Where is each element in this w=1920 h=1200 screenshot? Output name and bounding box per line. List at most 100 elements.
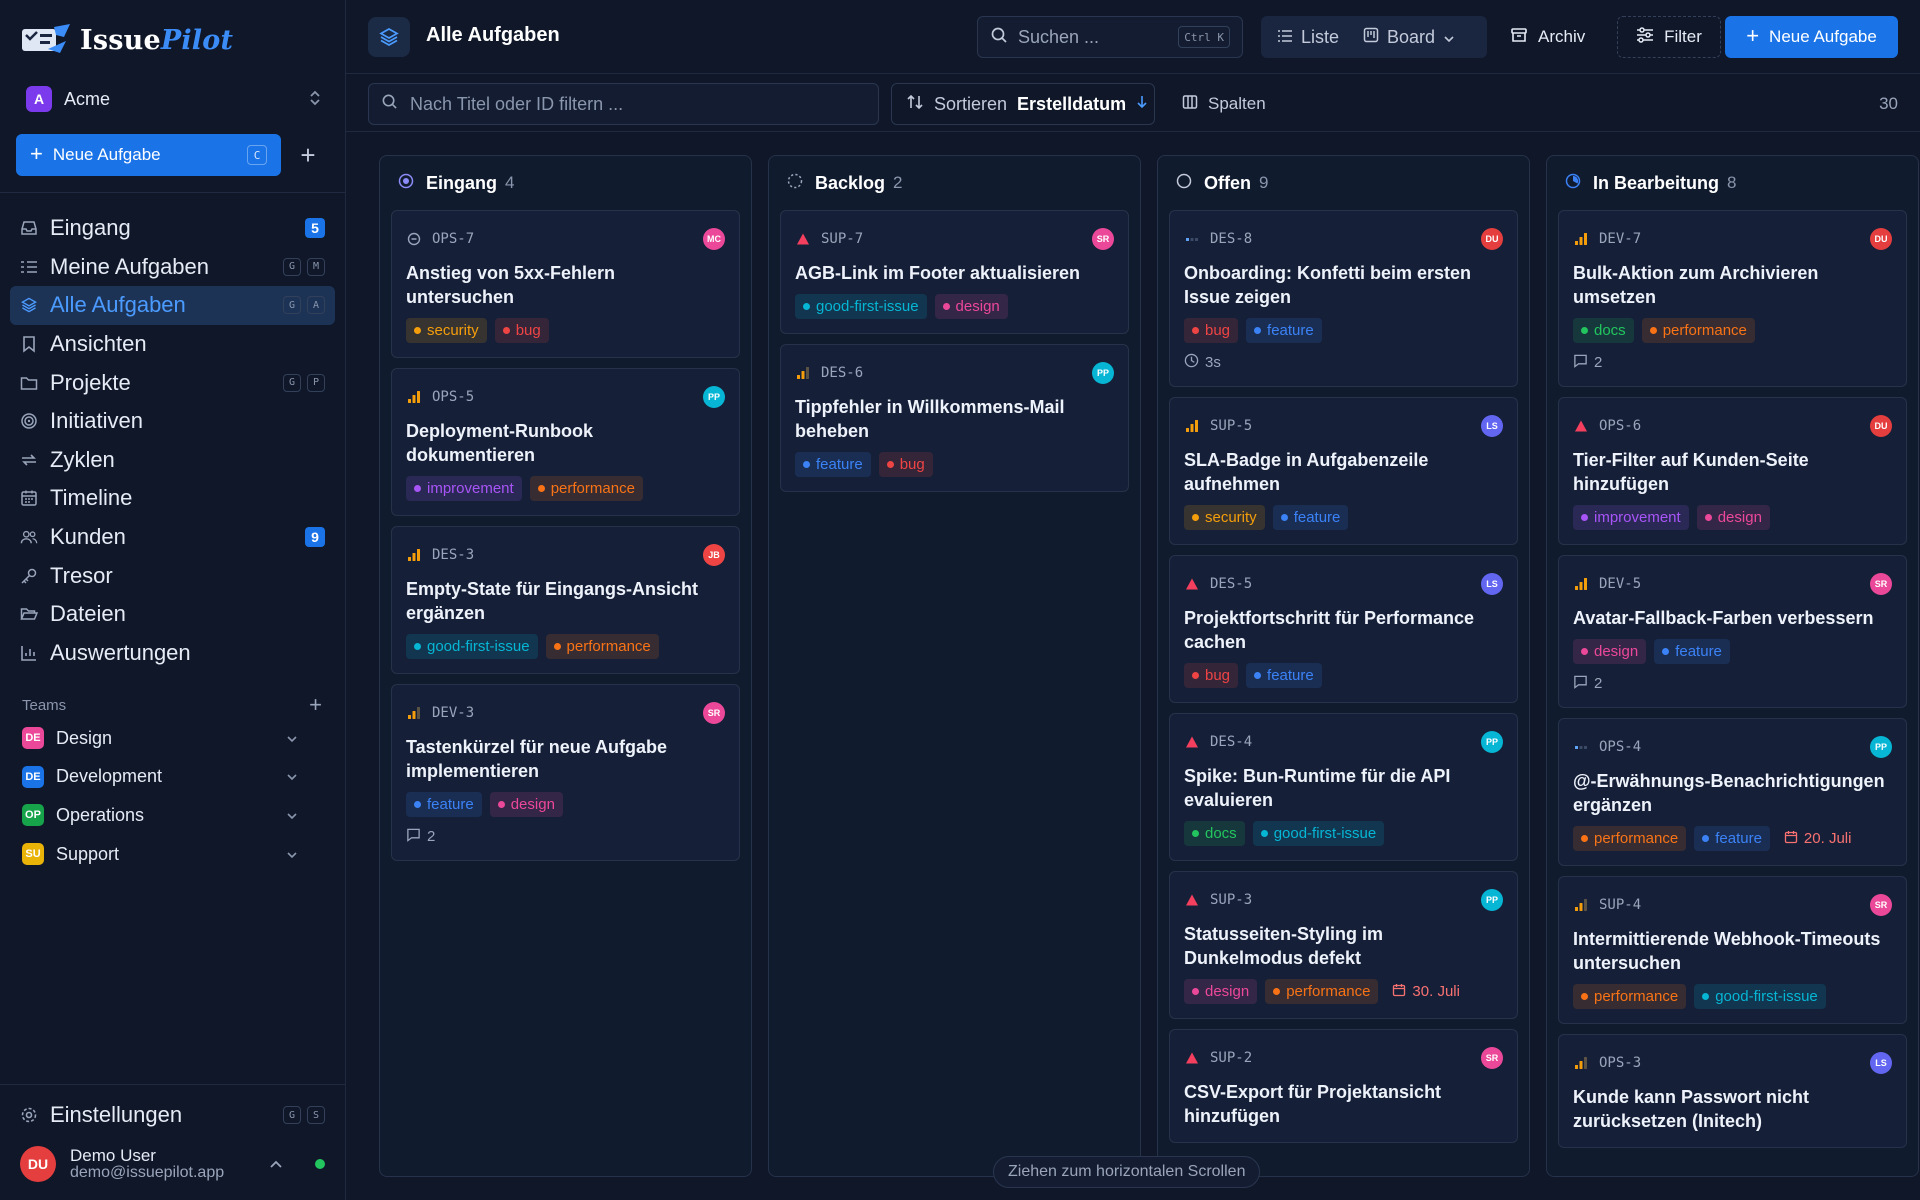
- label-tag[interactable]: improvement: [1573, 505, 1689, 530]
- global-search-input[interactable]: Suchen ... Ctrl K: [977, 16, 1243, 58]
- issue-card[interactable]: DEV-3 SR Tastenkürzel für neue Aufgabe imp…: [391, 684, 740, 861]
- label-tag[interactable]: good-first-issue: [1252, 821, 1385, 846]
- sidebar-item-my-issues[interactable]: Meine Aufgaben G M: [10, 248, 335, 287]
- label-tag[interactable]: bug: [1184, 663, 1239, 688]
- label-tag[interactable]: improvement: [406, 476, 522, 501]
- assignee-avatar[interactable]: LS: [1481, 415, 1503, 437]
- new-task-button[interactable]: + Neue Aufgabe: [1725, 16, 1898, 58]
- assignee-avatar[interactable]: DU: [1870, 415, 1892, 437]
- label-tag[interactable]: design: [1573, 639, 1647, 664]
- issue-card[interactable]: SUP-7 SR AGB-Link im Footer aktualisieren g…: [780, 210, 1129, 334]
- sidebar-item-customers[interactable]: Kunden 9: [10, 518, 335, 557]
- issue-card[interactable]: SUP-5 LS SLA-Badge in Aufgabenzeile aufneh…: [1169, 397, 1518, 545]
- label-tag[interactable]: feature: [1246, 663, 1322, 688]
- label-tag[interactable]: security: [1184, 505, 1265, 530]
- user-menu[interactable]: DU Demo User demo@issuepilot.app: [20, 1144, 325, 1184]
- sidebar-item-settings[interactable]: Einstellungen G S: [20, 1100, 325, 1130]
- assignee-avatar[interactable]: PP: [1092, 362, 1114, 384]
- sidebar-item-inbox[interactable]: Eingang 5: [10, 209, 335, 248]
- workspace-switcher[interactable]: A Acme: [26, 84, 322, 114]
- label-tag[interactable]: performance: [545, 634, 659, 659]
- label-tag[interactable]: feature: [1694, 826, 1770, 851]
- title-filter-input[interactable]: Nach Titel oder ID filtern ...: [368, 83, 879, 125]
- sidebar-item-all-issues[interactable]: Alle Aufgaben G A: [10, 286, 335, 325]
- label-tag[interactable]: performance: [1265, 979, 1379, 1004]
- issue-card[interactable]: DES-6 PP Tippfehler in Willkommens-Mail be…: [780, 344, 1129, 492]
- issue-card[interactable]: OPS-5 PP Deployment-Runbook dokumentieren i…: [391, 368, 740, 516]
- label-tag[interactable]: good-first-issue: [795, 294, 927, 319]
- label-tag[interactable]: feature: [1654, 639, 1730, 664]
- assignee-avatar[interactable]: DU: [1481, 228, 1503, 250]
- chevron-down-icon[interactable]: [286, 731, 298, 746]
- issue-card[interactable]: DES-8 DU Onboarding: Konfetti beim ersten …: [1169, 210, 1518, 387]
- sidebar-item-cycles[interactable]: Zyklen: [10, 441, 335, 480]
- assignee-avatar[interactable]: LS: [1481, 573, 1503, 595]
- assignee-avatar[interactable]: MC: [703, 228, 725, 250]
- assignee-avatar[interactable]: PP: [1481, 731, 1503, 753]
- label-tag[interactable]: bug: [1184, 318, 1239, 343]
- assignee-avatar[interactable]: SR: [1870, 573, 1892, 595]
- sidebar-item-files[interactable]: Dateien: [10, 595, 335, 634]
- column-header[interactable]: Eingang 4: [380, 156, 751, 210]
- assignee-avatar[interactable]: DU: [1870, 228, 1892, 250]
- label-tag[interactable]: bug: [878, 452, 933, 477]
- label-tag[interactable]: performance: [529, 476, 643, 501]
- view-list-button[interactable]: Liste: [1267, 21, 1349, 53]
- label-tag[interactable]: design: [489, 792, 563, 817]
- assignee-avatar[interactable]: JB: [703, 544, 725, 566]
- sidebar-item-views[interactable]: Ansichten: [10, 325, 335, 364]
- issue-card[interactable]: DES-5 LS Projektfortschritt für Performanc…: [1169, 555, 1518, 703]
- archive-button[interactable]: Archiv: [1510, 16, 1585, 58]
- label-tag[interactable]: feature: [795, 452, 871, 477]
- assignee-avatar[interactable]: PP: [703, 386, 725, 408]
- assignee-avatar[interactable]: LS: [1870, 1052, 1892, 1074]
- filter-button[interactable]: Filter: [1617, 16, 1721, 58]
- sidebar-new-issue-button[interactable]: + Neue Aufgabe C: [16, 134, 281, 176]
- team-item-support[interactable]: SU Support: [20, 835, 302, 874]
- issue-card[interactable]: DES-3 JB Empty-State für Eingangs-Ansicht …: [391, 526, 740, 674]
- issue-card[interactable]: OPS-6 DU Tier-Filter auf Kunden-Seite hinz…: [1558, 397, 1907, 545]
- add-team-plus-icon[interactable]: +: [309, 692, 322, 718]
- label-tag[interactable]: bug: [494, 318, 549, 343]
- issue-card[interactable]: DEV-7 DU Bulk-Aktion zum Archivieren umset…: [1558, 210, 1907, 387]
- sidebar-item-vault[interactable]: Tresor: [10, 556, 335, 595]
- column-header[interactable]: Offen 9: [1158, 156, 1529, 210]
- assignee-avatar[interactable]: SR: [1870, 894, 1892, 916]
- column-header[interactable]: Backlog 2: [769, 156, 1140, 210]
- assignee-avatar[interactable]: SR: [703, 702, 725, 724]
- label-tag[interactable]: good-first-issue: [406, 634, 538, 659]
- issue-card[interactable]: OPS-7 MC Anstieg von 5xx-Fehlern untersuch…: [391, 210, 740, 358]
- assignee-avatar[interactable]: SR: [1481, 1047, 1503, 1069]
- sidebar-item-projects[interactable]: Projekte G P: [10, 363, 335, 402]
- label-tag[interactable]: feature: [1246, 318, 1322, 343]
- label-tag[interactable]: security: [406, 318, 487, 343]
- column-header[interactable]: In Bearbeitung 8: [1547, 156, 1918, 210]
- add-plus-icon[interactable]: +: [296, 140, 320, 170]
- issue-card[interactable]: SUP-4 SR Intermittierende Webhook-Timeouts…: [1558, 876, 1907, 1024]
- team-item-development[interactable]: DE Development: [20, 758, 302, 797]
- label-tag[interactable]: performance: [1573, 826, 1687, 851]
- label-tag[interactable]: docs: [1573, 318, 1634, 343]
- assignee-avatar[interactable]: SR: [1092, 228, 1114, 250]
- issue-card[interactable]: SUP-2 SR CSV-Export für Projektansicht hin…: [1169, 1029, 1518, 1143]
- assignee-avatar[interactable]: PP: [1870, 736, 1892, 758]
- issue-card[interactable]: SUP-3 PP Statusseiten-Styling im Dunkelmod…: [1169, 871, 1518, 1019]
- label-tag[interactable]: design: [1696, 505, 1770, 530]
- chevron-down-icon[interactable]: [286, 769, 298, 784]
- issue-card[interactable]: OPS-4 PP @-Erwähnungs-Benachrichtigungen e…: [1558, 718, 1907, 866]
- label-tag[interactable]: performance: [1641, 318, 1755, 343]
- team-item-design[interactable]: DE Design: [20, 719, 302, 758]
- columns-button[interactable]: Spalten: [1182, 83, 1266, 125]
- kanban-board[interactable]: Eingang 4 OPS-7 MC Anstieg von 5xx-Fehlern u…: [346, 132, 1920, 1200]
- team-item-operations[interactable]: OP Operations: [20, 796, 302, 835]
- label-tag[interactable]: feature: [1272, 505, 1349, 530]
- chevron-down-icon[interactable]: [286, 847, 298, 862]
- sidebar-item-timeline[interactable]: Timeline: [10, 479, 335, 518]
- label-tag[interactable]: docs: [1184, 821, 1245, 846]
- label-tag[interactable]: design: [1184, 979, 1258, 1004]
- issue-card[interactable]: DES-4 PP Spike: Bun-Runtime für die API ev…: [1169, 713, 1518, 861]
- sidebar-item-initiatives[interactable]: Initiativen: [10, 402, 335, 441]
- label-tag[interactable]: feature: [406, 792, 482, 817]
- issue-card[interactable]: OPS-3 LS Kunde kann Passwort nicht zurücks…: [1558, 1034, 1907, 1148]
- app-logo[interactable]: IssuePilot: [20, 22, 233, 58]
